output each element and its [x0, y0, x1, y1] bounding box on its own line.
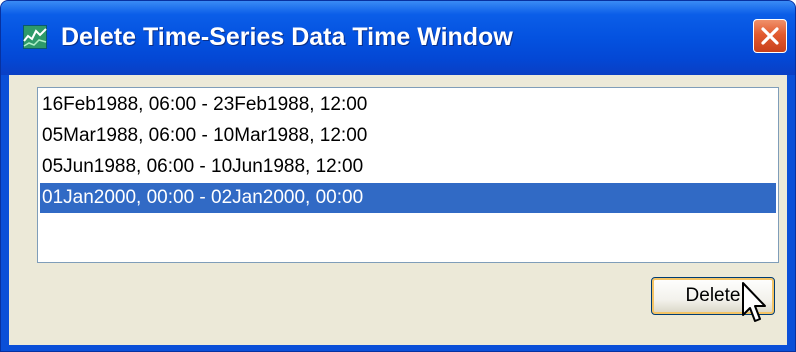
time-window-list[interactable]: 16Feb1988, 06:00 - 23Feb1988, 12:00 05Ma… [37, 87, 779, 263]
delete-button[interactable]: Delete [651, 277, 775, 315]
list-item[interactable]: 05Mar1988, 06:00 - 10Mar1988, 12:00 [40, 121, 776, 151]
window-title: Delete Time-Series Data Time Window [61, 23, 513, 51]
list-item[interactable]: 16Feb1988, 06:00 - 23Feb1988, 12:00 [40, 90, 776, 120]
list-item[interactable]: 05Jun1988, 06:00 - 10Jun1988, 12:00 [40, 152, 776, 182]
close-button[interactable] [753, 19, 787, 53]
dialog-window: Delete Time-Series Data Time Window 16Fe… [0, 0, 796, 352]
dialog-body: 16Feb1988, 06:00 - 23Feb1988, 12:00 05Ma… [9, 75, 787, 345]
title-bar[interactable]: Delete Time-Series Data Time Window [1, 1, 795, 75]
list-item-selected[interactable]: 01Jan2000, 00:00 - 02Jan2000, 00:00 [40, 183, 776, 213]
close-icon [761, 27, 779, 45]
chart-icon [23, 25, 47, 49]
